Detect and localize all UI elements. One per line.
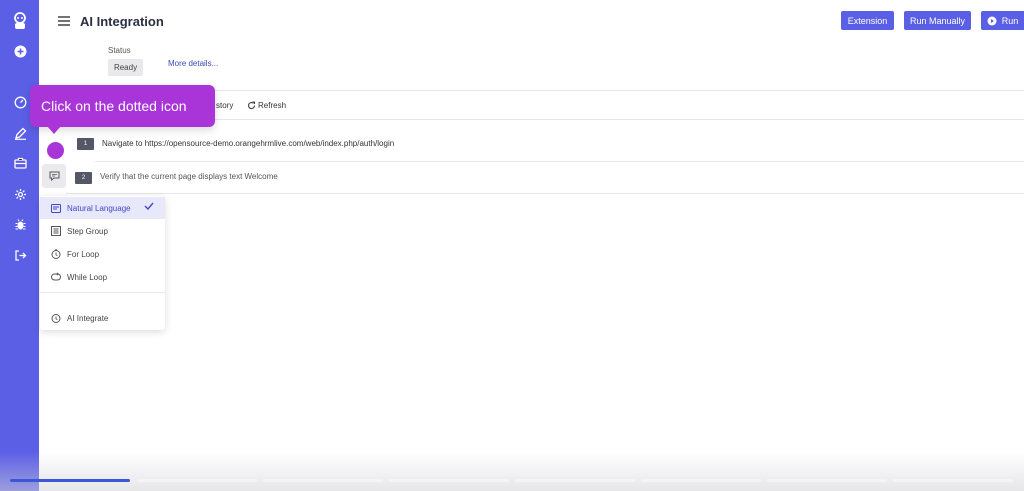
refresh-icon bbox=[247, 101, 256, 110]
sidebar bbox=[0, 0, 39, 491]
comment-icon[interactable] bbox=[42, 164, 66, 188]
tooltip: Click on the dotted icon bbox=[30, 85, 215, 127]
logout-icon[interactable] bbox=[10, 245, 30, 265]
dotted-icon[interactable] bbox=[47, 142, 64, 159]
run-manually-button[interactable]: Run Manually bbox=[904, 11, 971, 30]
menu-divider bbox=[40, 292, 165, 293]
while-loop-icon bbox=[51, 272, 61, 282]
briefcase-icon[interactable] bbox=[10, 153, 30, 173]
play-circle-icon bbox=[987, 16, 997, 25]
video-progress-overlay bbox=[0, 451, 1024, 491]
status-label: Status bbox=[108, 46, 131, 55]
menu-icon[interactable] bbox=[57, 14, 71, 28]
menu-item-ai-integrate[interactable]: AI Integrate bbox=[40, 307, 165, 329]
tooltip-arrow bbox=[47, 126, 61, 134]
progress-segment[interactable] bbox=[515, 479, 635, 482]
menu-item-step-group[interactable]: Step Group bbox=[40, 220, 165, 242]
dashboard-icon[interactable] bbox=[10, 92, 30, 112]
step-number: 1 bbox=[77, 138, 94, 150]
menu-item-label: While Loop bbox=[67, 272, 108, 282]
divider bbox=[95, 161, 1024, 162]
step-group-icon bbox=[51, 226, 61, 236]
logo-icon[interactable] bbox=[10, 11, 30, 31]
run-button[interactable]: Run bbox=[981, 11, 1024, 30]
for-loop-icon bbox=[51, 249, 61, 259]
page-title: AI Integration bbox=[80, 14, 164, 29]
menu-item-label: For Loop bbox=[67, 249, 100, 259]
settings-icon[interactable] bbox=[10, 184, 30, 204]
progress-segment[interactable] bbox=[10, 479, 130, 482]
progress-segment[interactable] bbox=[389, 479, 509, 482]
menu-item-natural-language[interactable]: Natural Language bbox=[40, 197, 165, 219]
progress-segment[interactable] bbox=[767, 479, 887, 482]
status-badge: Ready bbox=[108, 59, 143, 76]
tab-history[interactable]: story bbox=[216, 101, 233, 110]
progress-segment[interactable] bbox=[641, 479, 761, 482]
divider bbox=[66, 193, 1024, 194]
step-type-menu: Natural Language Step Group For Loop Whi… bbox=[40, 196, 165, 330]
check-icon bbox=[144, 202, 154, 212]
natural-language-icon bbox=[51, 203, 61, 213]
menu-item-while-loop[interactable]: While Loop bbox=[40, 266, 165, 288]
refresh-button[interactable]: Refresh bbox=[247, 101, 286, 110]
menu-item-label: AI Integrate bbox=[67, 313, 109, 323]
ai-integrate-icon bbox=[51, 313, 61, 323]
menu-item-label: Step Group bbox=[67, 226, 108, 236]
bug-icon[interactable] bbox=[10, 214, 30, 234]
step-number: 2 bbox=[75, 172, 92, 184]
edit-icon[interactable] bbox=[10, 123, 30, 143]
run-button-label: Run bbox=[1001, 15, 1019, 26]
progress-segment[interactable] bbox=[893, 479, 1013, 482]
add-icon[interactable] bbox=[10, 41, 30, 61]
more-details-link[interactable]: More details... bbox=[168, 59, 218, 68]
step-text[interactable]: Navigate to https://opensource-demo.oran… bbox=[102, 139, 394, 148]
step-text[interactable]: Verify that the current page displays te… bbox=[100, 172, 278, 181]
menu-item-for-loop[interactable]: For Loop bbox=[40, 243, 165, 265]
menu-item-label: Natural Language bbox=[67, 203, 131, 213]
progress-segment[interactable] bbox=[263, 479, 383, 482]
extension-button[interactable]: Extension bbox=[841, 11, 894, 30]
refresh-label: Refresh bbox=[258, 101, 287, 110]
progress-segment[interactable] bbox=[137, 479, 257, 482]
